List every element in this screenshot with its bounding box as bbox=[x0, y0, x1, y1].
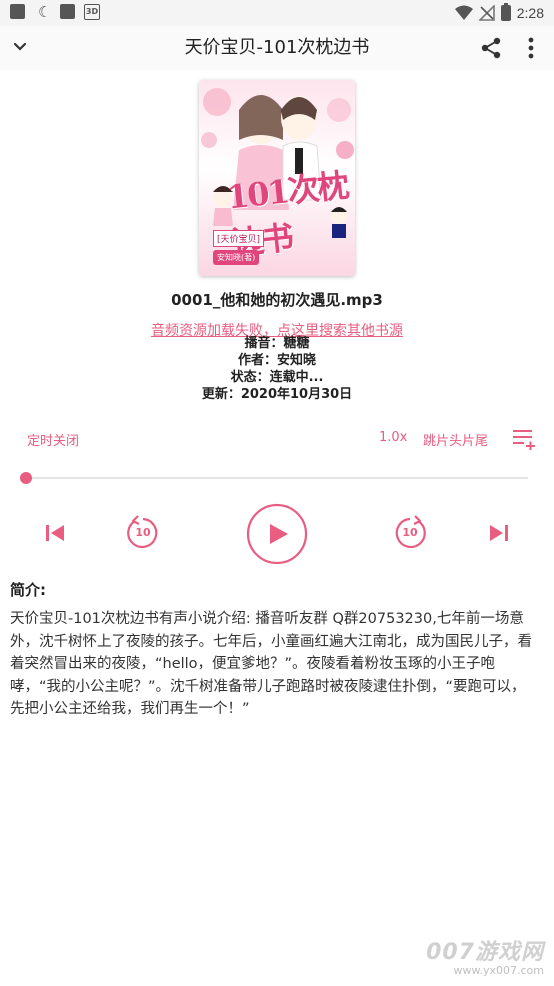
cover-subtitle: [天价宝贝] bbox=[213, 230, 265, 247]
notification-square-icon bbox=[10, 4, 25, 19]
forward-10-button[interactable]: 10 bbox=[392, 515, 428, 551]
watermark-brand: 007游戏网 bbox=[426, 940, 544, 965]
play-button[interactable] bbox=[246, 503, 308, 565]
battery-icon bbox=[500, 3, 511, 21]
no-signal-icon bbox=[478, 5, 495, 21]
player-options-row: 定时关闭 1.0x 跳片头片尾 bbox=[0, 428, 554, 450]
moon-icon: ☾ bbox=[38, 3, 52, 21]
notification-square-icon bbox=[60, 4, 75, 19]
app-bar: 天价宝贝-101次枕边书 bbox=[0, 26, 554, 70]
playlist-add-icon[interactable] bbox=[512, 428, 536, 450]
sleep-timer-button[interactable]: 定时关闭 bbox=[27, 430, 79, 449]
rewind-10-button[interactable]: 10 bbox=[125, 515, 161, 551]
wifi-icon bbox=[454, 5, 473, 20]
cover-title: 101次枕边书 bbox=[225, 166, 350, 262]
rewind-seconds: 10 bbox=[135, 526, 151, 539]
skip-previous-icon[interactable] bbox=[44, 522, 66, 544]
progress-track[interactable] bbox=[20, 472, 528, 484]
playback-speed-button[interactable]: 1.0x bbox=[379, 430, 407, 445]
skip-intro-outro-button[interactable]: 跳片头片尾 bbox=[423, 430, 488, 449]
skip-next-icon[interactable] bbox=[488, 522, 510, 544]
track-filename: 0001_他和她的初次遇见.mp3 bbox=[171, 291, 383, 309]
share-icon[interactable] bbox=[478, 35, 504, 61]
intro-text: 天价宝贝-101次枕边书有声小说介绍: 播音听友群 Q群20753230,七年前… bbox=[10, 611, 532, 717]
play-icon bbox=[246, 503, 308, 565]
more-vert-icon[interactable] bbox=[518, 35, 544, 61]
cover-author: 安知晓(著) bbox=[213, 250, 260, 265]
page-title: 天价宝贝-101次枕边书 bbox=[184, 37, 370, 58]
clock: 2:28 bbox=[516, 5, 544, 21]
progress-thumb[interactable] bbox=[20, 472, 32, 484]
book-cover: 101次枕边书 [天价宝贝] 安知晓(著) bbox=[199, 80, 355, 276]
updated-label: 更新：2020年10月30日 bbox=[201, 387, 353, 402]
intro-heading: 简介: bbox=[10, 581, 46, 599]
forward-seconds: 10 bbox=[402, 526, 418, 539]
watermark: 007游戏网 www.yx007.com bbox=[426, 934, 544, 977]
3d-icon: 3D bbox=[84, 4, 100, 20]
status-bar: ☾ 3D 2:28 bbox=[0, 0, 554, 26]
